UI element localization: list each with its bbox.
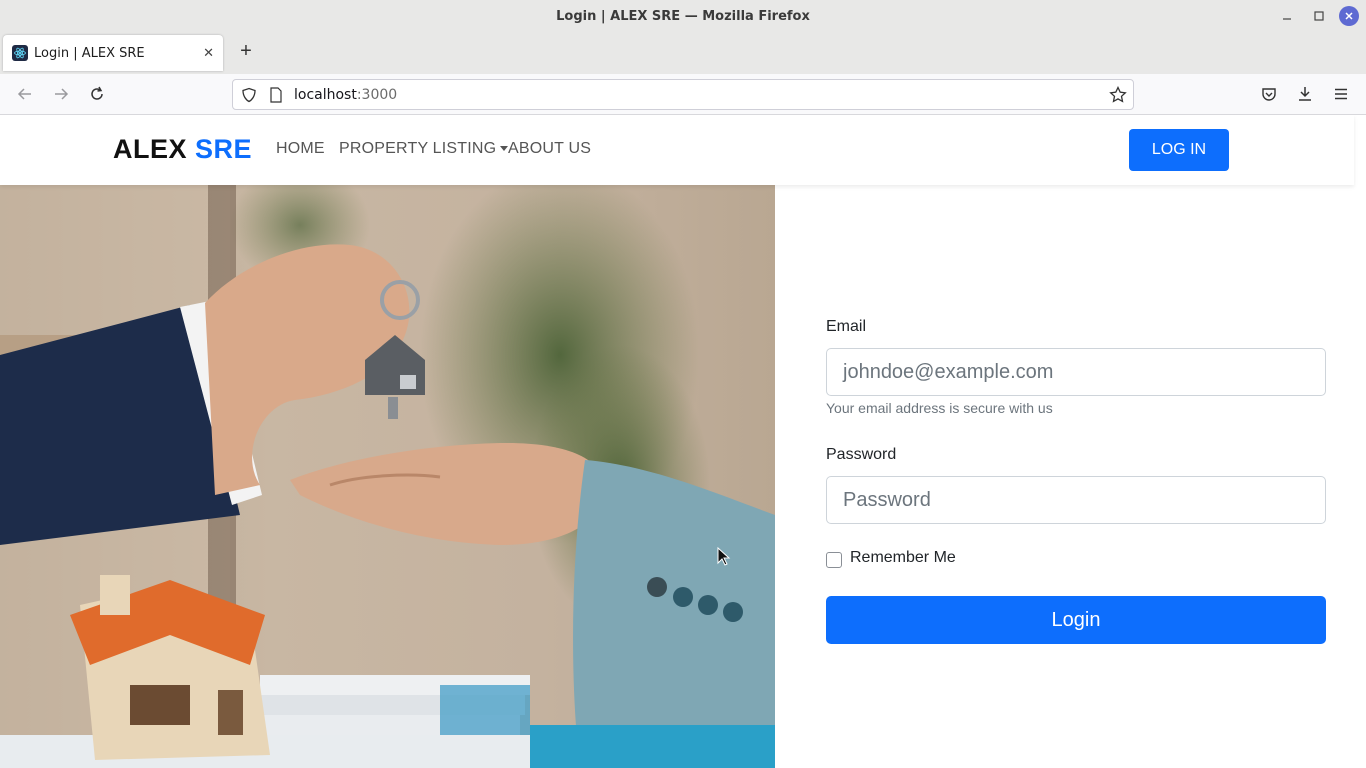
page-icon[interactable] — [269, 86, 283, 103]
login-submit-button[interactable]: Login — [826, 596, 1326, 644]
url-text: localhost:3000 — [294, 87, 397, 103]
browser-toolbar: localhost:3000 — [0, 74, 1366, 115]
brand-logo[interactable]: ALEX SRE — [113, 134, 252, 165]
forward-button[interactable] — [49, 82, 73, 106]
brand-accent: SRE — [195, 134, 253, 164]
browser-tab[interactable]: Login | ALEX SRE ✕ — [3, 35, 223, 71]
url-port: :3000 — [356, 86, 398, 103]
site-navbar: ALEX SRE HOME PROPERTY LISTING ABOUT US … — [0, 115, 1354, 185]
remember-me-checkbox[interactable] — [826, 552, 842, 568]
remember-me-label[interactable]: Remember Me — [850, 549, 956, 567]
url-host: localhost — [294, 86, 357, 103]
nav-property-listing-label: PROPERTY LISTING — [339, 140, 497, 157]
close-icon — [1345, 12, 1353, 20]
tab-label: Login | ALEX SRE — [34, 45, 145, 61]
password-field[interactable]: Password — [826, 476, 1326, 524]
nav-property-listing-dropdown[interactable]: PROPERTY LISTING — [339, 140, 509, 158]
nav-about-us-link[interactable]: ABOUT US — [508, 140, 591, 158]
bookmark-star-icon[interactable] — [1109, 85, 1127, 104]
reload-icon — [91, 86, 103, 100]
back-arrow-icon — [17, 88, 31, 100]
pocket-icon — [1262, 88, 1276, 101]
maximize-icon — [1314, 11, 1324, 21]
maximize-button[interactable] — [1308, 5, 1330, 27]
hamburger-menu-icon — [1335, 88, 1347, 100]
web-page: ALEX SRE HOME PROPERTY LISTING ABOUT US … — [0, 115, 1366, 768]
email-field[interactable]: johndoe@example.com — [826, 348, 1326, 396]
window-title: Login | ALEX SRE — Mozilla Firefox — [556, 8, 810, 24]
log-in-button[interactable]: LOG IN — [1129, 129, 1229, 171]
react-favicon-icon — [12, 45, 28, 61]
minimize-icon — [1283, 18, 1291, 20]
reload-button[interactable] — [85, 82, 109, 106]
downloads-button[interactable] — [1293, 82, 1317, 106]
close-window-button[interactable] — [1339, 6, 1359, 26]
window-titlebar: Login | ALEX SRE — Mozilla Firefox — [0, 0, 1366, 32]
mouse-cursor-icon — [717, 547, 731, 566]
email-label: Email — [826, 318, 867, 335]
hero-image — [0, 185, 775, 768]
email-help-text: Your email address is secure with us — [826, 400, 1053, 416]
download-icon — [1299, 87, 1311, 101]
password-label: Password — [826, 446, 897, 463]
new-tab-icon[interactable]: + — [236, 41, 256, 63]
tab-strip: Login | ALEX SRE ✕ + — [0, 32, 1366, 74]
minimize-button[interactable] — [1276, 5, 1298, 27]
shield-icon[interactable] — [241, 87, 257, 103]
menu-button[interactable] — [1329, 82, 1353, 106]
url-bar[interactable]: localhost:3000 — [232, 79, 1134, 110]
forward-arrow-icon — [55, 88, 69, 100]
page-scrollbar[interactable] — [1354, 115, 1366, 768]
brand-main: ALEX — [113, 134, 188, 164]
pocket-button[interactable] — [1257, 82, 1281, 106]
nav-home-link[interactable]: HOME — [276, 140, 325, 158]
back-button[interactable] — [13, 82, 37, 106]
tab-close-icon[interactable]: ✕ — [203, 45, 214, 61]
